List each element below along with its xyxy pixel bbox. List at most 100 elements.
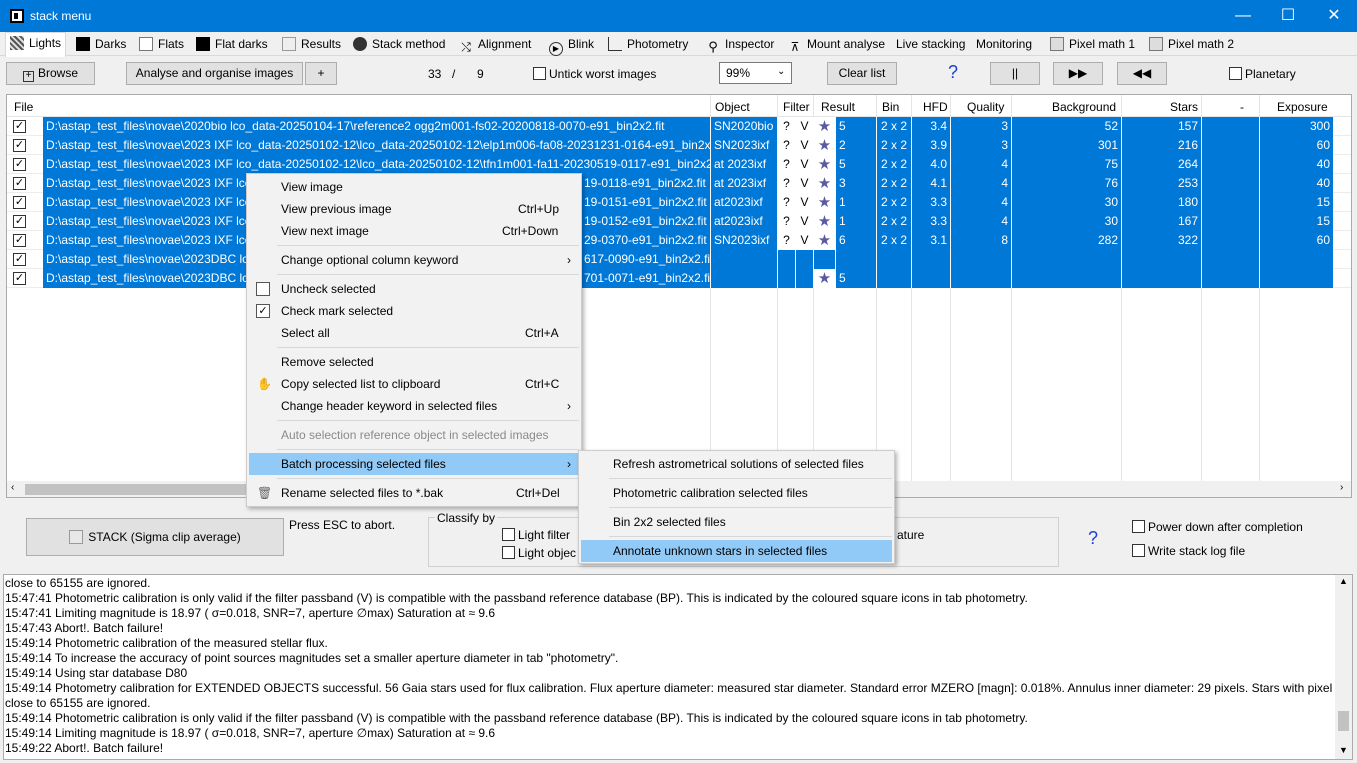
menu-view-image[interactable]: View image (249, 176, 579, 198)
scroll-up-icon[interactable]: ▲ (1339, 576, 1348, 586)
table-row[interactable]: ✓ D:\astap_test_files\novae\2023DBC lco 70… (7, 269, 1351, 288)
write-log-checkbox[interactable] (1132, 544, 1145, 557)
scroll-thumb[interactable] (1338, 711, 1349, 731)
menu-check-selected[interactable]: ✓ Check mark selected (249, 300, 579, 322)
untick-worst-checkbox[interactable] (533, 67, 546, 80)
tab-inspector[interactable]: ⚲ Inspector (702, 34, 778, 56)
col-bin[interactable]: Bin (882, 100, 899, 114)
scroll-left-icon[interactable]: ‹ (11, 482, 14, 493)
row-checkbox[interactable]: ✓ (13, 120, 26, 133)
submenu-bin2x2[interactable]: Bin 2x2 selected files (581, 511, 892, 533)
result-cell: 1 (835, 212, 876, 231)
maximize-button[interactable]: ☐ (1265, 0, 1311, 32)
stack-button[interactable]: STACK (Sigma clip average) (26, 518, 284, 556)
tab-results[interactable]: Results (278, 34, 345, 56)
close-button[interactable]: ✕ (1311, 0, 1357, 32)
row-checkbox[interactable]: ✓ (13, 253, 26, 266)
browse-button[interactable]: + Browse (6, 62, 95, 85)
file-list[interactable]: File ⌃ Object Filter Result Bin HFD Qual… (6, 94, 1352, 498)
col-dash[interactable]: - (1240, 100, 1244, 114)
col-quality[interactable]: Quality (967, 100, 1004, 114)
tab-pixel-math-1[interactable]: Pixel math 1 (1046, 34, 1139, 56)
result-cell: 5 (835, 117, 876, 136)
darks-icon (76, 37, 90, 51)
menu-change-header-keyword[interactable]: Change header keyword in selected files › (249, 395, 579, 417)
tab-alignment[interactable]: ⤭ Alignment (455, 34, 535, 56)
col-filter[interactable]: Filter (783, 100, 810, 114)
tab-darks[interactable]: Darks (72, 34, 130, 56)
submenu-annotate-stars[interactable]: Annotate unknown stars in selected files (581, 540, 892, 562)
scroll-down-icon[interactable]: ▼ (1339, 745, 1348, 755)
row-checkbox[interactable]: ✓ (13, 158, 26, 171)
row-checkbox[interactable]: ✓ (13, 177, 26, 190)
col-stars[interactable]: Stars (1170, 100, 1198, 114)
log-line: close to 65155 are ignored. (5, 576, 151, 590)
scroll-thumb[interactable] (25, 484, 255, 495)
row-checkbox[interactable]: ✓ (13, 272, 26, 285)
power-down-checkbox[interactable] (1132, 520, 1145, 533)
table-row[interactable]: ✓ D:\astap_test_files\novae\2023 IXF lco_… (7, 136, 1351, 155)
tab-lights[interactable]: Lights (5, 32, 67, 57)
star-icon: ★ (813, 117, 835, 136)
menu-remove-selected[interactable]: Remove selected (249, 351, 579, 373)
menu-view-previous[interactable]: View previous image Ctrl+Up (249, 198, 579, 220)
dash-cell (1201, 174, 1259, 193)
light-filter-checkbox[interactable] (502, 528, 515, 541)
table-row[interactable]: ✓ D:\astap_test_files\novae\2023 IXF lco_… (7, 174, 1351, 193)
menu-change-column-keyword[interactable]: Change optional column keyword › (249, 249, 579, 271)
col-exposure[interactable]: Exposure (1277, 100, 1328, 114)
dash-cell (1201, 155, 1259, 174)
tab-mount-analyse[interactable]: ⊼ Mount analyse (784, 34, 889, 56)
col-background[interactable]: Background (1052, 100, 1116, 114)
col-file[interactable]: File (14, 100, 33, 114)
menu-select-all[interactable]: Select all Ctrl+A (249, 322, 579, 344)
tab-blink[interactable]: ▶ Blink (545, 34, 598, 56)
row-checkbox[interactable]: ✓ (13, 215, 26, 228)
stars-cell: 264 (1121, 155, 1201, 174)
tab-stack-method[interactable]: Stack method (349, 34, 449, 56)
add-button[interactable]: + (305, 62, 337, 85)
col-result[interactable]: Result (821, 100, 855, 114)
help-icon[interactable]: ? (948, 62, 958, 83)
back-button[interactable]: ◀◀ (1117, 62, 1167, 85)
table-row[interactable]: ✓ D:\astap_test_files\novae\2023DBC lco 61… (7, 250, 1351, 269)
row-checkbox[interactable]: ✓ (13, 196, 26, 209)
star-icon: ★ (813, 174, 835, 193)
hfd-cell (911, 269, 950, 288)
classify-by-label: Classify by (435, 511, 498, 525)
forward-button[interactable]: ▶▶ (1053, 62, 1103, 85)
col-object[interactable]: Object (715, 100, 750, 114)
table-row[interactable]: ✓ D:\astap_test_files\novae\2023 IXF lco_… (7, 212, 1351, 231)
menu-uncheck-selected[interactable]: Uncheck selected (249, 278, 579, 300)
table-row[interactable]: ✓ D:\astap_test_files\novae\2023 IXF lco_… (7, 193, 1351, 212)
tab-live-stacking[interactable]: Live stacking (896, 34, 969, 56)
submenu-photometric-calibration[interactable]: Photometric calibration selected files (581, 482, 892, 504)
log-panel[interactable]: close to 65155 are ignored. 15:47:41 Phot… (3, 574, 1353, 760)
table-row[interactable]: ✓ D:\astap_test_files\novae\2023 IXF lco_… (7, 231, 1351, 250)
help-icon[interactable]: ? (1088, 528, 1098, 549)
menu-rename-bak[interactable]: 🗑 Rename selected files to *.bak Ctrl+Del (249, 482, 579, 504)
menu-copy-to-clipboard[interactable]: ✋ Copy selected list to clipboard Ctrl+C (249, 373, 579, 395)
table-row[interactable]: ✓ D:\astap_test_files\novae\2020bio lco_d… (7, 117, 1351, 136)
table-row[interactable]: ✓ D:\astap_test_files\novae\2023 IXF lco_… (7, 155, 1351, 174)
clear-list-button[interactable]: Clear list (827, 62, 897, 85)
analyse-button[interactable]: Analyse and organise images (126, 62, 303, 85)
tab-pixel-math-2[interactable]: Pixel math 2 (1145, 34, 1238, 56)
menu-batch-processing[interactable]: Batch processing selected files › (249, 453, 579, 475)
minimize-button[interactable]: — (1220, 0, 1266, 32)
tab-flat-darks[interactable]: Flat darks (192, 34, 272, 56)
planetary-checkbox[interactable] (1229, 67, 1242, 80)
row-checkbox[interactable]: ✓ (13, 234, 26, 247)
percent-select[interactable]: 99% ⌄ (719, 62, 792, 84)
light-object-checkbox[interactable] (502, 546, 515, 559)
scroll-right-icon[interactable]: › (1340, 482, 1343, 493)
vertical-scrollbar[interactable]: ▲ ▼ (1335, 575, 1352, 759)
tab-photometry[interactable]: Photometry (604, 34, 692, 56)
menu-view-next[interactable]: View next image Ctrl+Down (249, 220, 579, 242)
tab-flats[interactable]: Flats (135, 34, 188, 56)
row-checkbox[interactable]: ✓ (13, 139, 26, 152)
pause-button[interactable]: || (990, 62, 1040, 85)
submenu-refresh-astrometry[interactable]: Refresh astrometrical solutions of selec… (581, 453, 892, 475)
tab-monitoring[interactable]: Monitoring (976, 34, 1036, 56)
col-hfd[interactable]: HFD (923, 100, 948, 114)
